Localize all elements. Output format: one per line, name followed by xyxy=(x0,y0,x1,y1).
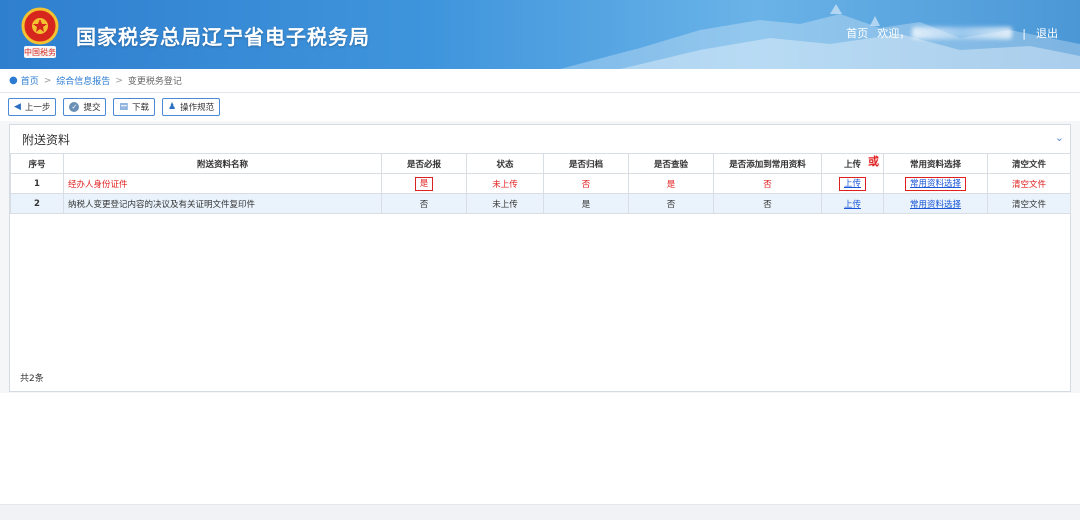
cell-common-select: 常用资料选择 xyxy=(883,193,988,214)
attachments-panel: 附送资料 ⌄ 序号 附送资料名称 是否必报 状态 是否归档 是否查验 是否添加到… xyxy=(9,124,1071,392)
download-button[interactable]: ▤ 下载 xyxy=(113,98,155,116)
total-count: 共2条 xyxy=(20,374,44,384)
breadcrumb-info-report[interactable]: 综合信息报告 xyxy=(56,74,110,87)
location-pin-icon: ● xyxy=(9,75,18,86)
cell-index: 1 xyxy=(10,173,64,194)
prev-step-button[interactable]: ◀ 上一步 xyxy=(8,98,57,116)
cell-required: 否 xyxy=(381,193,467,214)
table-row[interactable]: 2 纳税人变更登记内容的决议及有关证明文件复印件 否 未上传 是 否 否 上传 … xyxy=(10,193,1071,214)
col-header-required: 是否必报 xyxy=(381,153,467,174)
user-name-blurred xyxy=(912,27,1013,39)
col-header-common-select: 常用资料选择 xyxy=(883,153,988,174)
save-disk-icon: ▤ xyxy=(119,102,128,112)
users-icon: ♟ xyxy=(167,102,177,112)
cell-upload: 上传 xyxy=(821,173,884,194)
upload-link[interactable]: 上传 xyxy=(838,176,866,191)
col-header-status: 状态 xyxy=(466,153,544,174)
submit-button[interactable]: ✓ 提交 xyxy=(63,98,107,116)
common-select-link[interactable]: 常用资料选择 xyxy=(904,176,966,191)
col-header-clear: 清空文件 xyxy=(987,153,1071,174)
cell-verified: 否 xyxy=(628,193,714,214)
check-circle-icon: ✓ xyxy=(69,102,80,112)
or-annotation: 或 xyxy=(868,155,879,168)
breadcrumb: ● 首页 > 综合信息报告 > 变更税务登记 xyxy=(0,69,1080,93)
cell-archived: 否 xyxy=(543,173,629,194)
welcome-text: 欢迎， xyxy=(877,27,911,40)
col-header-index: 序号 xyxy=(10,153,64,174)
attachments-table: 序号 附送资料名称 是否必报 状态 是否归档 是否查验 是否添加到常用资料 上传… xyxy=(10,153,1071,214)
cell-status: 未上传 xyxy=(466,173,544,194)
col-header-archived: 是否归档 xyxy=(543,153,629,174)
table-header-row: 序号 附送资料名称 是否必报 状态 是否归档 是否查验 是否添加到常用资料 上传… xyxy=(10,153,1071,174)
breadcrumb-separator: > xyxy=(115,75,123,86)
breadcrumb-home[interactable]: 首页 xyxy=(21,74,39,87)
cell-index: 2 xyxy=(10,193,64,214)
cell-upload: 上传 xyxy=(821,193,884,214)
cell-verified: 是 xyxy=(628,173,714,194)
upload-link[interactable]: 上传 xyxy=(844,200,861,210)
col-header-added-common: 是否添加到常用资料 xyxy=(713,153,822,174)
cell-status: 未上传 xyxy=(466,193,544,214)
cell-archived: 是 xyxy=(543,193,629,214)
svg-text:中国税务: 中国税务 xyxy=(24,47,56,57)
nav-separator: | xyxy=(1022,26,1026,40)
cell-clear: 清空文件 xyxy=(987,193,1071,214)
cell-required: 是 xyxy=(381,173,467,194)
cell-name: 经办人身份证件 xyxy=(63,173,382,194)
cell-added-common: 否 xyxy=(713,193,822,214)
submit-label: 提交 xyxy=(83,103,101,113)
toolbar: ◀ 上一步 ✓ 提交 ▤ 下载 ♟ 操作规范 xyxy=(0,93,1080,121)
common-select-link[interactable]: 常用资料选择 xyxy=(910,200,961,210)
logout-link[interactable]: 退出 xyxy=(1036,25,1058,41)
top-nav: 首页 欢迎， | 退出 xyxy=(846,25,1058,41)
breadcrumb-separator: > xyxy=(43,75,52,86)
footer-strip xyxy=(0,504,1080,520)
panel-title-text: 附送资料 xyxy=(22,132,71,147)
col-header-verified: 是否查验 xyxy=(628,153,714,174)
chevron-down-icon[interactable]: ⌄ xyxy=(1055,131,1064,144)
arrow-left-icon: ◀ xyxy=(14,102,21,112)
site-title: 国家税务总局辽宁省电子税务局 xyxy=(76,25,370,49)
guide-label: 操作规范 xyxy=(180,103,215,113)
table-row[interactable]: 1 经办人身份证件 是 未上传 否 是 否 上传 常用资料选择 清空文件 xyxy=(10,173,1071,194)
breadcrumb-current: 变更税务登记 xyxy=(127,77,182,87)
required-value-boxed: 是 xyxy=(414,176,434,191)
guide-button[interactable]: ♟ 操作规范 xyxy=(161,98,221,116)
cell-name: 纳税人变更登记内容的决议及有关证明文件复印件 xyxy=(63,193,382,214)
prev-step-label: 上一步 xyxy=(24,103,51,113)
top-header: 中国税务 国家税务总局辽宁省电子税务局 首页 欢迎， | 退出 xyxy=(0,0,1080,69)
nav-home-link[interactable]: 首页 xyxy=(846,25,868,41)
panel-title: 附送资料 ⌄ xyxy=(10,125,1070,153)
clear-file-link[interactable]: 清空文件 xyxy=(1012,200,1046,210)
cell-common-select: 常用资料选择 xyxy=(883,173,988,194)
tax-emblem-icon: 中国税务 xyxy=(21,7,59,58)
clear-file-link[interactable]: 清空文件 xyxy=(1012,180,1046,190)
col-header-name: 附送资料名称 xyxy=(63,153,382,174)
content-blank-area xyxy=(0,393,1080,504)
cell-added-common: 否 xyxy=(713,173,822,194)
download-label: 下载 xyxy=(131,103,149,113)
cell-clear: 清空文件 xyxy=(987,173,1071,194)
